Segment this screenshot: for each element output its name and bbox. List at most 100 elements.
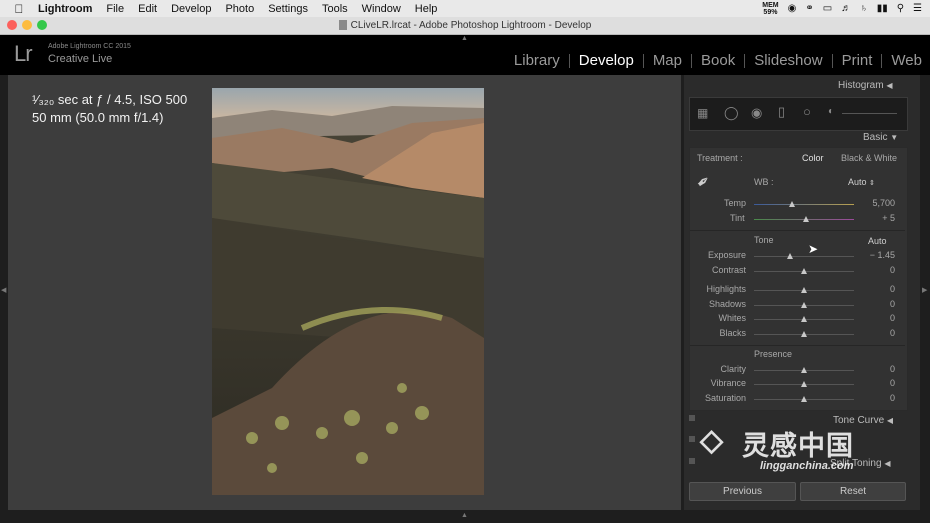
airplay-icon[interactable]: ▭ bbox=[823, 3, 832, 14]
tone-auto-button[interactable]: Auto bbox=[868, 236, 887, 246]
menu-develop[interactable]: Develop bbox=[171, 3, 211, 15]
slider-label: Blacks bbox=[719, 328, 746, 338]
memory-indicator[interactable]: MEM 59% bbox=[762, 2, 778, 16]
close-window-button[interactable] bbox=[7, 20, 17, 30]
temp-slider-track[interactable] bbox=[754, 204, 854, 205]
document-icon bbox=[338, 20, 347, 31]
tint-label: Tint bbox=[730, 213, 745, 223]
module-web[interactable]: Web bbox=[882, 52, 922, 69]
watermark-logo-icon: ◇ bbox=[700, 424, 724, 457]
panel-switch-toggle[interactable] bbox=[689, 458, 695, 464]
module-print[interactable]: Print bbox=[833, 52, 882, 69]
histogram-title: Histogram bbox=[838, 80, 884, 91]
menu-photo[interactable]: Photo bbox=[225, 3, 254, 15]
slider-value[interactable]: 0 bbox=[865, 265, 895, 275]
basic-header[interactable]: Basic ▼ bbox=[863, 132, 898, 143]
red-eye-icon[interactable]: ◉ bbox=[751, 105, 762, 121]
panel-switch-toggle[interactable] bbox=[689, 436, 695, 442]
temp-value[interactable]: 5,700 bbox=[865, 198, 895, 208]
menu-file[interactable]: File bbox=[106, 3, 124, 15]
slider-value[interactable]: − 1.45 bbox=[865, 250, 895, 260]
volume-icon[interactable]: ♬ bbox=[841, 3, 851, 14]
previous-button[interactable]: Previous bbox=[689, 482, 796, 501]
menu-window[interactable]: Window bbox=[362, 3, 401, 15]
creative-cloud-icon[interactable]: ⚭ bbox=[805, 3, 813, 14]
notification-center-icon[interactable]: ☰ bbox=[913, 3, 922, 14]
slider-label: Whites bbox=[718, 313, 746, 323]
collapse-triangle-icon: ◀ bbox=[884, 459, 891, 468]
panel-switch-toggle[interactable] bbox=[689, 415, 695, 421]
eye-icon[interactable]: ◉ bbox=[788, 3, 797, 14]
slider-value[interactable]: 0 bbox=[865, 393, 895, 403]
slider-value[interactable]: 0 bbox=[865, 328, 895, 338]
slider-thumb[interactable] bbox=[801, 268, 807, 274]
module-develop[interactable]: Develop bbox=[570, 52, 643, 69]
slider-label: Saturation bbox=[704, 393, 746, 403]
module-picker: Library Develop Map Book Slideshow Print… bbox=[505, 52, 922, 69]
tint-value[interactable]: + 5 bbox=[865, 213, 895, 223]
battery-icon[interactable]: ▮▮ bbox=[877, 3, 888, 14]
menu-edit[interactable]: Edit bbox=[138, 3, 157, 15]
product-name: Adobe Lightroom CC 2015 bbox=[48, 43, 131, 50]
slider-label: Vibrance bbox=[710, 378, 746, 388]
watermark-url: lingganchina.com bbox=[760, 460, 854, 472]
spot-removal-icon[interactable]: ◯ bbox=[724, 105, 739, 121]
slider-track[interactable] bbox=[754, 256, 854, 257]
slider-thumb[interactable] bbox=[801, 396, 807, 402]
slider-thumb[interactable] bbox=[801, 331, 807, 337]
slider-value[interactable]: 0 bbox=[865, 299, 895, 309]
graduated-filter-icon[interactable]: ▯ bbox=[778, 104, 785, 120]
landscape-photo bbox=[212, 88, 484, 495]
slider-value[interactable]: 0 bbox=[865, 284, 895, 294]
slider-thumb[interactable] bbox=[801, 367, 807, 373]
collapse-top-panel-icon[interactable]: ▲ bbox=[461, 35, 468, 42]
exif-lens-info: 50 mm (50.0 mm f/1.4) bbox=[32, 110, 164, 125]
treatment-bw-option[interactable]: Black & White bbox=[841, 153, 897, 163]
brush-size-slider[interactable] bbox=[842, 113, 897, 114]
collapse-right-panel-icon[interactable]: ▶ bbox=[922, 286, 927, 294]
adjustment-brush-icon[interactable]: ◐ bbox=[828, 106, 834, 117]
slider-value[interactable]: 0 bbox=[865, 378, 895, 388]
reset-button[interactable]: Reset bbox=[800, 482, 906, 501]
slider-label: Clarity bbox=[720, 364, 746, 374]
radial-filter-icon[interactable]: ○ bbox=[803, 104, 811, 119]
exif-exposure-info: ¹⁄₃₂₀ sec at ƒ / 4.5, ISO 500 bbox=[32, 92, 188, 107]
slider-label: Shadows bbox=[708, 299, 746, 309]
collapse-triangle-icon: ◀ bbox=[886, 416, 894, 425]
slider-thumb[interactable] bbox=[801, 287, 807, 293]
module-library[interactable]: Library bbox=[505, 52, 569, 69]
crop-overlay-icon[interactable]: ▦ bbox=[697, 106, 708, 120]
wifi-icon[interactable]: ♄ bbox=[860, 3, 868, 14]
menu-settings[interactable]: Settings bbox=[268, 3, 308, 15]
tint-slider-thumb[interactable] bbox=[803, 216, 809, 222]
temp-slider-thumb[interactable] bbox=[789, 201, 795, 207]
collapse-bottom-panel-icon[interactable]: ▲ bbox=[461, 512, 468, 519]
slider-value[interactable]: 0 bbox=[865, 313, 895, 323]
module-slideshow[interactable]: Slideshow bbox=[745, 52, 831, 69]
slider-thumb[interactable] bbox=[801, 316, 807, 322]
menu-help[interactable]: Help bbox=[415, 3, 438, 15]
slider-value[interactable]: 0 bbox=[865, 364, 895, 374]
lightroom-logo: Lr bbox=[14, 41, 33, 66]
histogram-header[interactable]: Histogram ◀ bbox=[838, 80, 893, 91]
zoom-window-button[interactable] bbox=[37, 20, 47, 30]
module-map[interactable]: Map bbox=[644, 52, 691, 69]
slider-thumb[interactable] bbox=[801, 381, 807, 387]
histogram-tool-strip bbox=[689, 97, 908, 131]
identity-plate-bar: Lr Adobe Lightroom CC 2015 Creative Live… bbox=[0, 35, 930, 75]
slider-thumb[interactable] bbox=[787, 253, 793, 259]
photo-preview[interactable] bbox=[212, 88, 484, 495]
memory-value: 59% bbox=[763, 8, 778, 16]
minimize-window-button[interactable] bbox=[22, 20, 32, 30]
slider-thumb[interactable] bbox=[801, 302, 807, 308]
module-book[interactable]: Book bbox=[692, 52, 744, 69]
app-menu[interactable]: Lightroom bbox=[38, 3, 92, 15]
temp-label: Temp bbox=[724, 198, 747, 208]
search-icon[interactable]: ⚲ bbox=[897, 3, 904, 14]
menu-tools[interactable]: Tools bbox=[322, 3, 348, 15]
wb-preset-dropdown[interactable]: Auto ⇕ bbox=[848, 177, 875, 187]
treatment-color-option[interactable]: Color bbox=[802, 153, 824, 163]
apple-menu-icon[interactable]:  bbox=[12, 2, 26, 16]
mouse-cursor-icon: ➤ bbox=[808, 242, 819, 256]
collapse-left-panel-icon[interactable]: ◀ bbox=[1, 286, 6, 294]
